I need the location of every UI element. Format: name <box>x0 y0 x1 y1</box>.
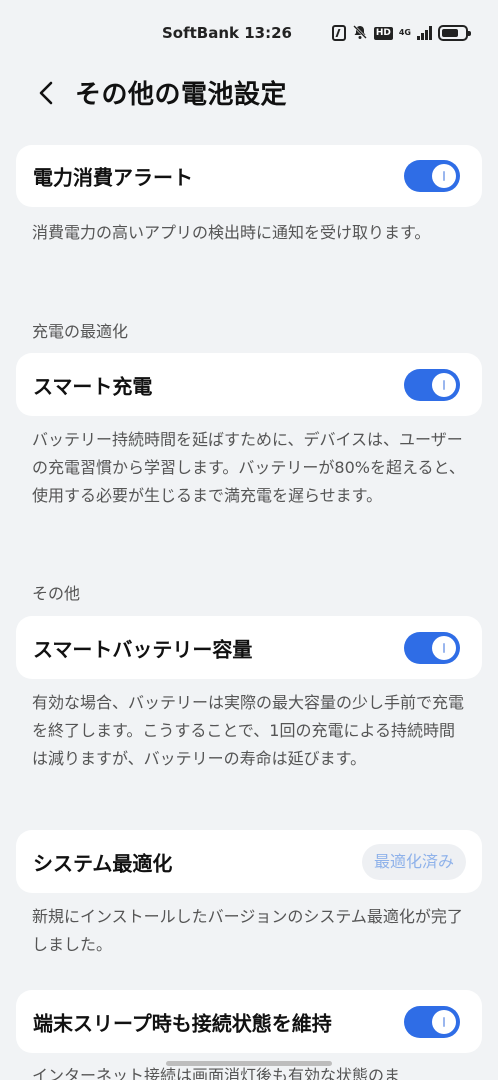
page-title: その他の電池設定 <box>75 80 288 110</box>
smart-charge-row[interactable]: スマート充電 <box>16 353 482 416</box>
keep-connected-toggle[interactable] <box>404 1005 460 1038</box>
optimized-button[interactable]: 最適化済み <box>361 843 466 880</box>
toggle-knob <box>432 635 456 660</box>
power-alert-description: 消費電力の高いアプリの検出時に通知を受け取ります。 <box>32 223 431 242</box>
power-alert-toggle[interactable] <box>404 160 460 192</box>
status-bar: SoftBank 13:26 HD 4G <box>0 0 498 66</box>
smart-capacity-description: 有効な場合、バッテリーは実際の最大容量の少し手前で充電を終了します。こうすること… <box>32 693 465 768</box>
section-title-other: その他 <box>32 584 81 603</box>
power-alert-row[interactable]: 電力消費アラート <box>16 145 482 207</box>
battery-icon <box>438 25 471 41</box>
home-indicator[interactable] <box>166 1061 332 1066</box>
system-optimize-label: システム最適化 <box>33 851 173 875</box>
signal-icon <box>417 26 432 40</box>
chevron-left-icon <box>39 81 53 105</box>
status-icons: HD 4G <box>331 22 471 44</box>
smart-charge-label: スマート充電 <box>33 374 153 398</box>
nfc-icon <box>331 25 346 41</box>
mute-icon <box>352 24 368 42</box>
smart-capacity-label: スマートバッテリー容量 <box>33 637 253 661</box>
smart-charge-toggle[interactable] <box>404 368 460 401</box>
smart-capacity-row[interactable]: スマートバッテリー容量 <box>16 616 482 679</box>
network-4g-icon: 4G <box>398 28 411 37</box>
back-button[interactable] <box>30 76 64 110</box>
system-optimize-row[interactable]: システム最適化 最適化済み <box>16 830 482 893</box>
carrier-time: SoftBank 13:26 <box>162 24 292 42</box>
toggle-knob <box>432 1009 456 1034</box>
section-title-charging: 充電の最適化 <box>32 322 129 341</box>
toggle-knob <box>432 164 456 188</box>
power-alert-label: 電力消費アラート <box>33 165 193 190</box>
smart-charge-description: バッテリー持続時間を延ばすために、デバイスは、ユーザーの充電習慣から学習します。… <box>32 430 465 505</box>
hd-icon: HD <box>373 26 393 40</box>
keep-connected-row[interactable]: 端末スリープ時も接続状態を維持 <box>16 990 482 1053</box>
page-header: その他の電池設定 <box>0 66 498 120</box>
smart-capacity-toggle[interactable] <box>404 631 460 664</box>
toggle-knob <box>432 372 456 397</box>
keep-connected-label: 端末スリープ時も接続状態を維持 <box>33 1011 332 1035</box>
system-optimize-description: 新規にインストールしたバージョンのシステム最適化が完了しました。 <box>32 907 463 954</box>
